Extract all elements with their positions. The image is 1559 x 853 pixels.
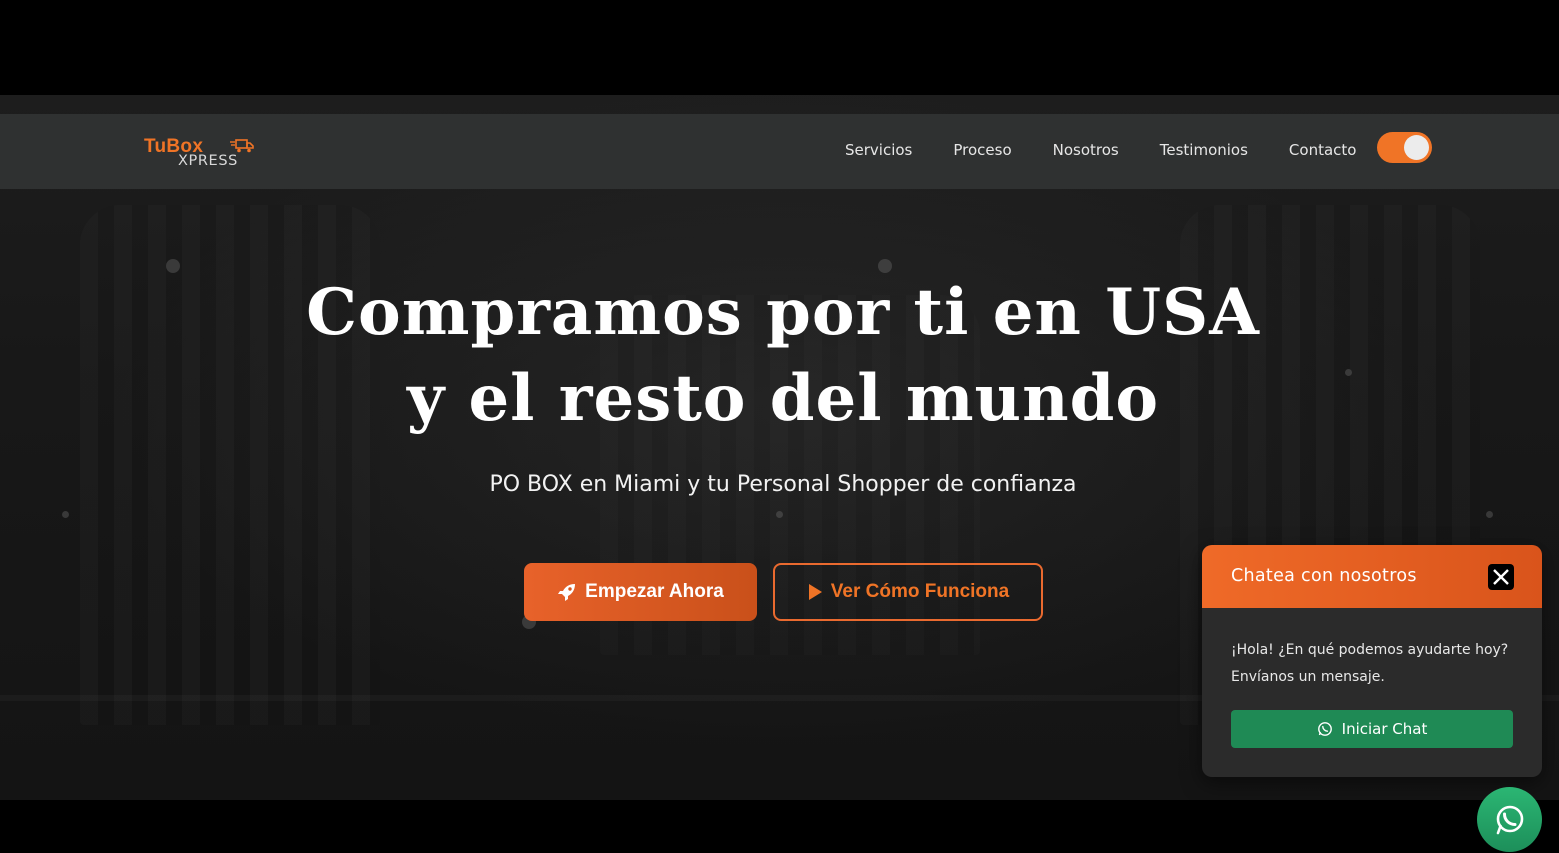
nav-links: Servicios Proceso Nosotros Testimonios C… [845, 141, 1356, 159]
nav-link-nosotros[interactable]: Nosotros [1053, 141, 1119, 159]
headline-line-2: y el resto del mundo [406, 361, 1160, 436]
start-chat-button[interactable]: Iniciar Chat [1231, 710, 1513, 748]
nav-link-servicios[interactable]: Servicios [845, 141, 912, 159]
nav-link-contacto[interactable]: Contacto [1289, 141, 1357, 159]
theme-toggle[interactable] [1377, 132, 1432, 163]
logo-text-bottom: XPRESS [178, 153, 238, 169]
page: TuBox XPRESS Servicios Proceso Nosotros … [0, 0, 1559, 853]
background-dot [1486, 511, 1493, 518]
close-icon [1493, 569, 1509, 585]
start-now-button[interactable]: Empezar Ahora [524, 563, 757, 621]
rocket-icon [558, 584, 576, 601]
background-dot [62, 511, 69, 518]
hero-headline: Compramos por ti en USA y el resto del m… [0, 270, 1559, 442]
start-now-label: Empezar Ahora [585, 581, 724, 602]
toggle-knob [1404, 135, 1429, 160]
nav-link-testimonios[interactable]: Testimonios [1160, 141, 1248, 159]
whatsapp-fab[interactable] [1477, 787, 1542, 852]
truck-icon [230, 139, 254, 153]
chat-title: Chatea con nosotros [1231, 566, 1417, 586]
headline-line-1: Compramos por ti en USA [306, 275, 1260, 350]
play-icon [808, 584, 822, 600]
chat-close-button[interactable] [1488, 564, 1514, 590]
how-it-works-button[interactable]: Ver Cómo Funciona [773, 563, 1043, 621]
chat-header: Chatea con nosotros [1202, 545, 1542, 608]
navbar: TuBox XPRESS Servicios Proceso Nosotros … [0, 114, 1559, 189]
start-chat-label: Iniciar Chat [1341, 720, 1428, 738]
whatsapp-icon [1317, 722, 1332, 736]
logo[interactable]: TuBox XPRESS [144, 136, 256, 172]
chat-widget: Chatea con nosotros ¡Hola! ¿En qué podem… [1202, 545, 1542, 777]
background-dot [776, 511, 783, 518]
nav-link-proceso[interactable]: Proceso [953, 141, 1011, 159]
chat-message: ¡Hola! ¿En qué podemos ayudarte hoy? Env… [1231, 642, 1509, 685]
hero-subtitle: PO BOX en Miami y tu Personal Shopper de… [489, 472, 1077, 497]
how-it-works-label: Ver Cómo Funciona [830, 581, 1010, 602]
whatsapp-icon [1496, 805, 1523, 834]
